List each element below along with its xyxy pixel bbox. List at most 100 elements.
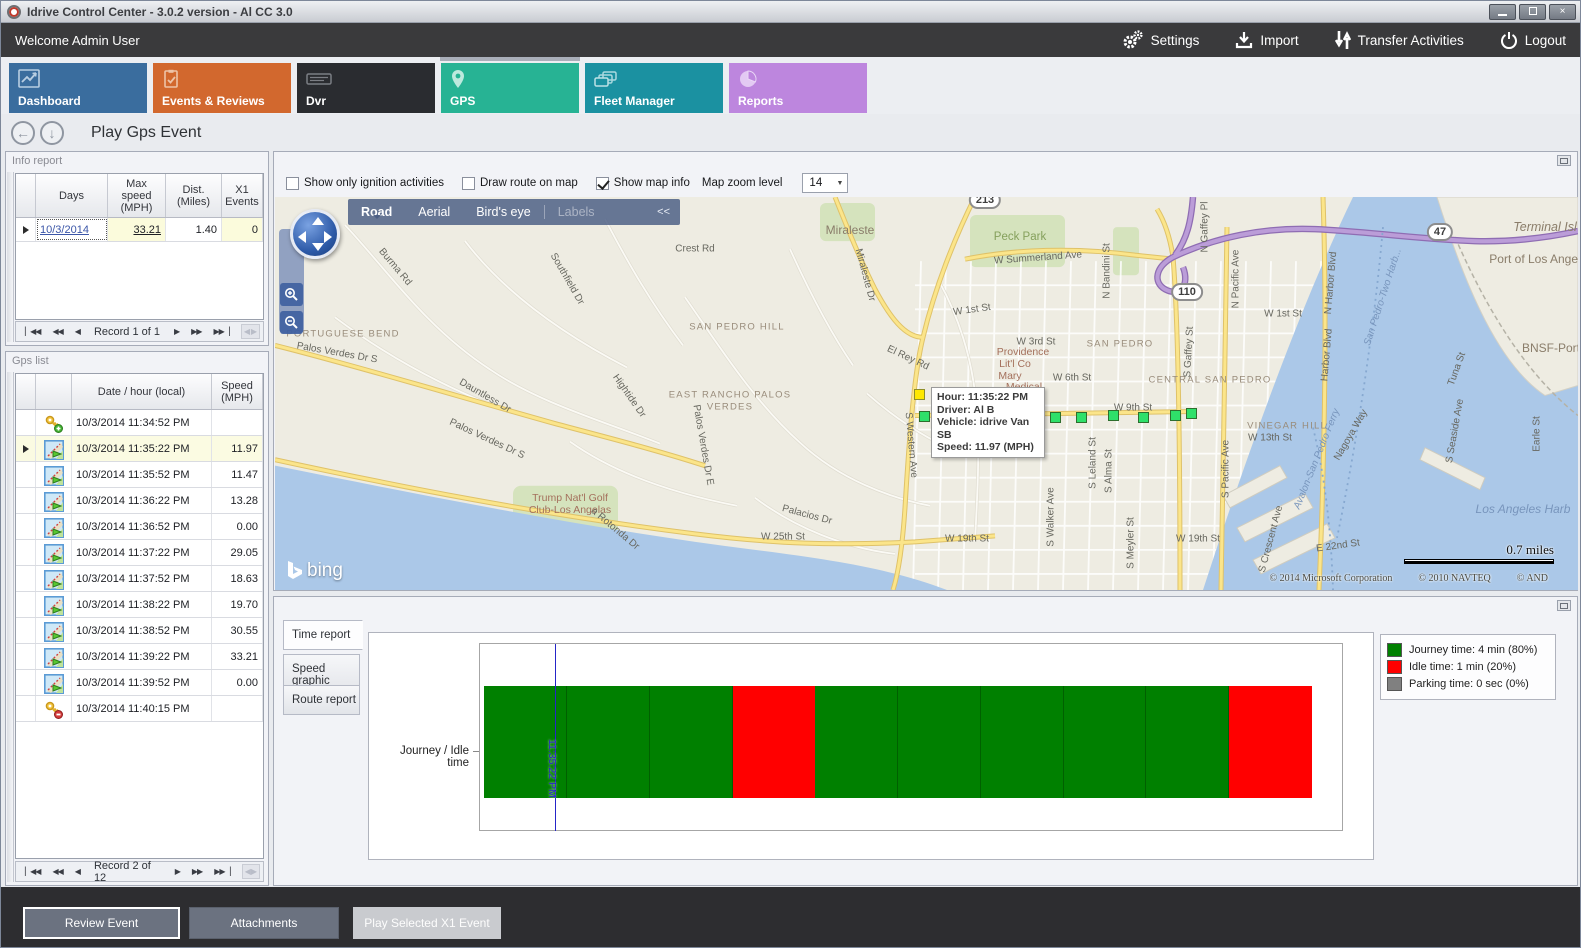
datetime-cell[interactable]: 10/3/2014 11:38:22 PM — [72, 592, 212, 617]
record-fast-prev-button[interactable]: ◀◀ — [46, 867, 68, 876]
tab-route-report[interactable]: Route report — [283, 685, 360, 715]
speed-cell[interactable]: 13.28 — [212, 488, 263, 513]
column-header[interactable]: Days — [36, 174, 108, 217]
record-fast-next-button[interactable]: ▶▶ — [186, 867, 208, 876]
gps-row[interactable]: 10/3/2014 11:37:22 PM29.05 — [16, 540, 263, 566]
speed-cell[interactable]: 11.47 — [212, 462, 263, 487]
speed-link[interactable]: 33.21 — [133, 224, 161, 236]
table-row[interactable]: 10/3/2014 33.21 1.400 — [16, 218, 263, 242]
attachments-button[interactable]: Attachments — [189, 907, 339, 939]
gps-point-marker[interactable] — [1186, 408, 1197, 419]
settings-button[interactable]: Settings — [1122, 30, 1200, 50]
record-next-button[interactable]: ▶ — [169, 867, 186, 876]
map-style-road[interactable]: Road — [348, 205, 405, 219]
tab-events[interactable]: Events & Reviews — [153, 63, 291, 113]
close-button[interactable]: × — [1549, 4, 1576, 20]
datetime-cell[interactable]: 10/3/2014 11:40:15 PM — [72, 696, 212, 721]
map[interactable]: MiralestePeck ParkCrest RdW Summerland A… — [275, 197, 1578, 590]
tab-dashboard[interactable]: Dashboard — [9, 63, 147, 113]
max-speed-cell[interactable]: 33.21 — [108, 218, 166, 241]
tab-dvr[interactable]: Dvr — [297, 63, 435, 113]
gps-row[interactable]: 10/3/2014 11:35:52 PM11.47 — [16, 462, 263, 488]
gps-point-marker[interactable] — [919, 411, 930, 422]
checkbox-unchecked-icon[interactable] — [286, 177, 299, 190]
dist-cell[interactable]: 1.40 — [166, 218, 222, 241]
column-header[interactable]: Dist. (Miles) — [166, 174, 222, 217]
record-prev-button[interactable]: ◀ — [69, 867, 86, 876]
datetime-cell[interactable]: 10/3/2014 11:39:22 PM — [72, 644, 212, 669]
column-header[interactable]: Speed (MPH) — [212, 374, 263, 409]
gps-row[interactable]: 10/3/2014 11:35:22 PM11.97 — [16, 436, 263, 462]
gps-row[interactable]: 10/3/2014 11:39:22 PM33.21 — [16, 644, 263, 670]
transfer-button[interactable]: Transfer Activities — [1335, 30, 1464, 50]
speed-cell[interactable]: 0.00 — [212, 670, 263, 695]
gps-row[interactable]: 10/3/2014 11:34:52 PM — [16, 410, 263, 436]
gps-row[interactable]: 10/3/2014 11:38:22 PM19.70 — [16, 592, 263, 618]
gps-point-marker[interactable] — [1170, 410, 1181, 421]
column-header[interactable]: Max speed (MPH) — [108, 174, 166, 217]
collapse-panel-icon[interactable] — [1557, 155, 1571, 166]
map-zoom-dropdown[interactable]: 14▼ — [802, 173, 848, 193]
collapse-panel-icon[interactable] — [1557, 600, 1571, 611]
datetime-cell[interactable]: 10/3/2014 11:36:52 PM — [72, 514, 212, 539]
scroll-right-icon[interactable]: ▶ — [251, 867, 257, 876]
gps-point-marker[interactable] — [1076, 412, 1087, 423]
down-button[interactable]: ↓ — [40, 121, 64, 145]
datetime-cell[interactable]: 10/3/2014 11:38:52 PM — [72, 618, 212, 643]
gps-row[interactable]: 10/3/2014 11:36:52 PM0.00 — [16, 514, 263, 540]
speed-cell[interactable]: 11.97 — [212, 436, 263, 461]
scroll-right-icon[interactable]: ▶ — [251, 327, 257, 336]
record-first-button[interactable]: ▏◀◀ — [19, 327, 46, 336]
gps-row[interactable]: 10/3/2014 11:38:52 PM30.55 — [16, 618, 263, 644]
datetime-cell[interactable]: 10/3/2014 11:37:52 PM — [72, 566, 212, 591]
gps-row[interactable]: 10/3/2014 11:36:22 PM13.28 — [16, 488, 263, 514]
checkbox-checked-icon[interactable] — [596, 177, 609, 190]
record-last-button[interactable]: ▶▶▕ — [208, 867, 235, 876]
record-fast-prev-button[interactable]: ◀◀ — [46, 327, 68, 336]
gps-row[interactable]: 10/3/2014 11:39:52 PM0.00 — [16, 670, 263, 696]
column-header[interactable]: X1 Events — [222, 174, 263, 217]
minimize-button[interactable] — [1489, 4, 1516, 20]
tab-gps[interactable]: GPS — [441, 63, 579, 113]
map-style-labels[interactable]: Labels — [544, 205, 608, 219]
speed-cell[interactable]: 33.21 — [212, 644, 263, 669]
speed-cell[interactable] — [212, 696, 263, 721]
speed-cell[interactable] — [212, 410, 263, 435]
record-last-button[interactable]: ▶▶▕ — [207, 327, 234, 336]
column-header[interactable]: Date / hour (local) — [72, 374, 212, 409]
map-toolbar-collapse-button[interactable]: << — [647, 206, 680, 218]
speed-cell[interactable]: 30.55 — [212, 618, 263, 643]
gps-point-marker[interactable] — [1138, 412, 1149, 423]
datetime-cell[interactable]: 10/3/2014 11:39:52 PM — [72, 670, 212, 695]
map-style-bird-s-eye[interactable]: Bird's eye — [463, 205, 544, 219]
date-link[interactable]: 10/3/2014 — [40, 224, 89, 236]
back-button[interactable]: ← — [11, 121, 35, 145]
datetime-cell[interactable]: 10/3/2014 11:36:22 PM — [72, 488, 212, 513]
tab-time-report[interactable]: Time report — [283, 620, 363, 650]
record-fast-next-button[interactable]: ▶▶ — [185, 327, 207, 336]
review-event-button[interactable]: Review Event — [23, 907, 180, 939]
speed-cell[interactable]: 19.70 — [212, 592, 263, 617]
zoom-in-button[interactable] — [280, 283, 303, 306]
gps-point-marker[interactable] — [1050, 412, 1061, 423]
tab-reports[interactable]: Reports — [729, 63, 867, 113]
speed-cell[interactable]: 18.63 — [212, 566, 263, 591]
datetime-cell[interactable]: 10/3/2014 11:37:22 PM — [72, 540, 212, 565]
speed-cell[interactable]: 0.00 — [212, 514, 263, 539]
datetime-cell[interactable]: 10/3/2014 11:34:52 PM — [72, 410, 212, 435]
record-prev-button[interactable]: ◀ — [69, 327, 86, 336]
maximize-button[interactable] — [1519, 4, 1546, 20]
record-scrollbar[interactable]: ◀▶ — [242, 864, 260, 879]
record-next-button[interactable]: ▶ — [168, 327, 185, 336]
datetime-cell[interactable]: 10/3/2014 11:35:22 PM — [72, 436, 212, 461]
gps-row[interactable]: 10/3/2014 11:37:52 PM18.63 — [16, 566, 263, 592]
import-button[interactable]: Import — [1235, 31, 1298, 49]
map-style-aerial[interactable]: Aerial — [405, 205, 463, 219]
speed-cell[interactable]: 29.05 — [212, 540, 263, 565]
gps-row[interactable]: 10/3/2014 11:40:15 PM — [16, 696, 263, 722]
gps-point-marker[interactable] — [1108, 410, 1119, 421]
tab-fleet[interactable]: Fleet Manager — [585, 63, 723, 113]
checkbox-unchecked-icon[interactable] — [462, 177, 475, 190]
x1-events-cell[interactable]: 0 — [222, 218, 263, 241]
logout-button[interactable]: Logout — [1500, 31, 1566, 49]
